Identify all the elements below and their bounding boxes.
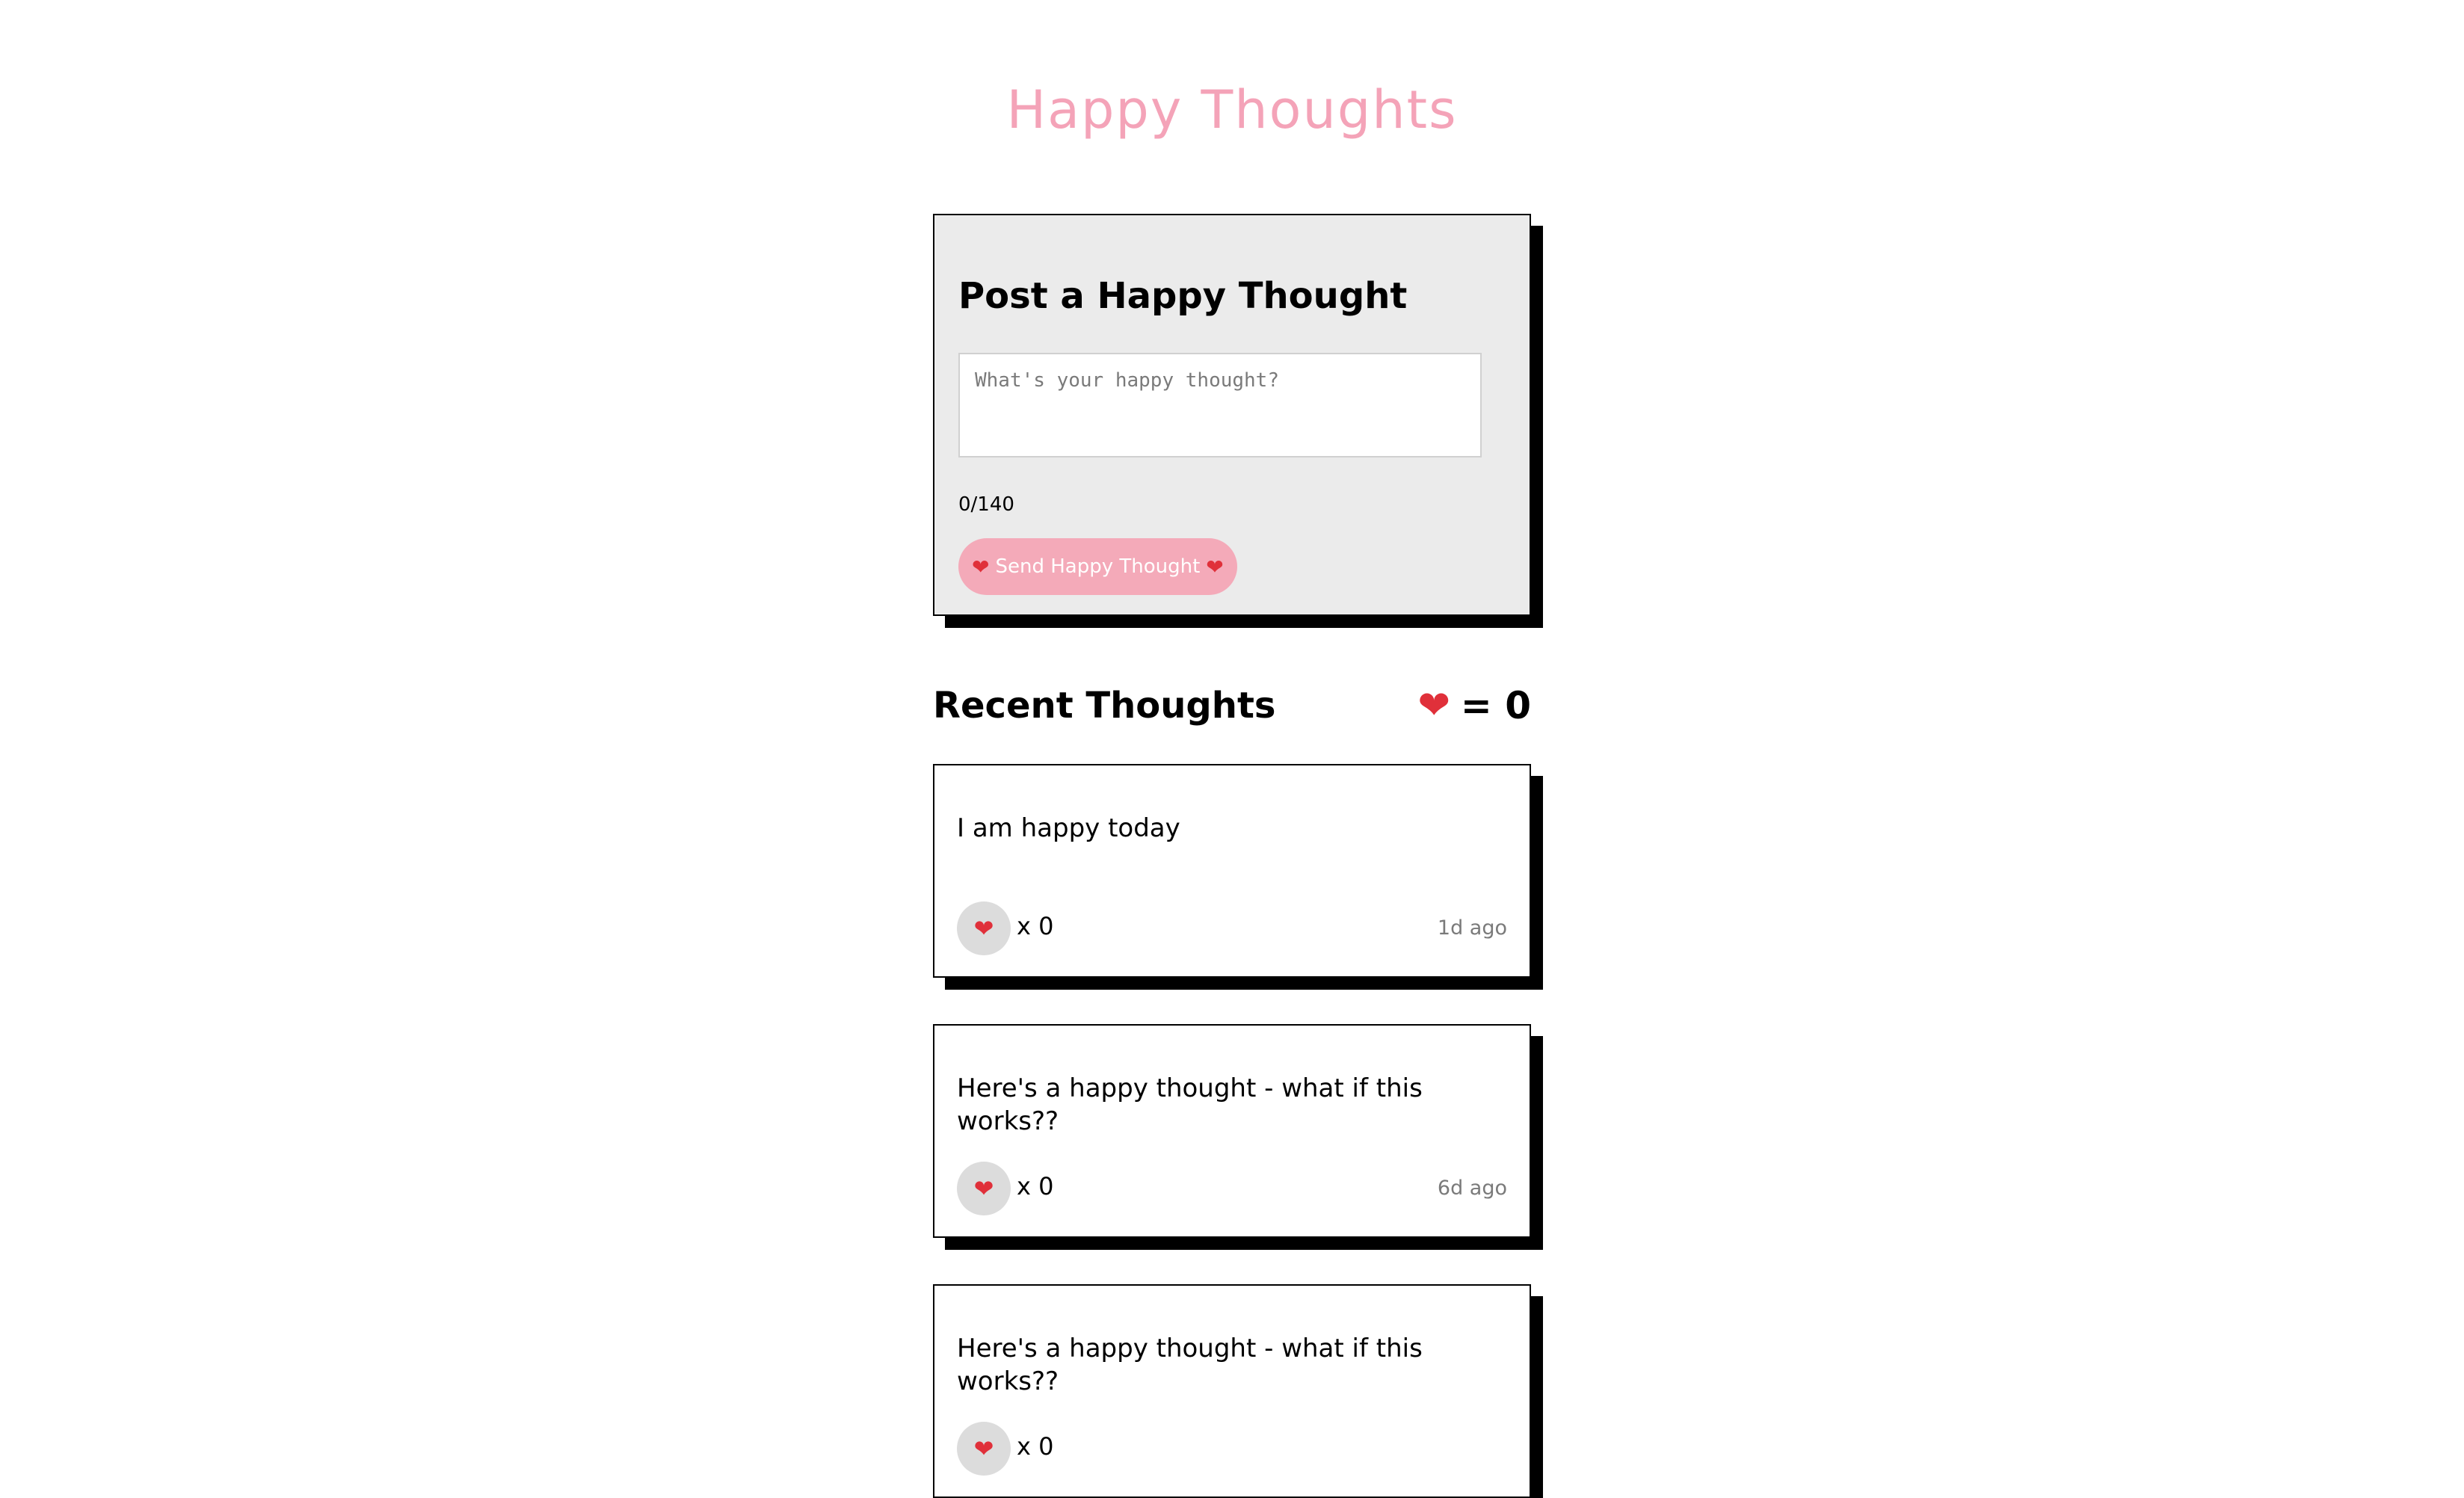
total-likes: ❤ = 0 <box>1417 683 1531 728</box>
thought-message: I am happy today <box>957 813 1180 843</box>
char-counter: 0/140 <box>958 493 1014 516</box>
post-thought-form: Post a Happy Thought 0/140 ❤ Send Happy … <box>933 214 1531 616</box>
heart-icon: ❤ <box>973 915 994 942</box>
send-thought-button[interactable]: ❤ Send Happy Thought ❤ <box>958 538 1237 595</box>
time-ago: 1d ago <box>1437 916 1507 940</box>
like-button[interactable]: ❤ <box>957 1162 1011 1215</box>
post-form-heading: Post a Happy Thought <box>958 275 1408 317</box>
recent-thoughts-title: Recent Thoughts <box>933 685 1276 727</box>
send-button-label: Send Happy Thought <box>995 555 1201 578</box>
thought-message: Here's a happy thought - what if this wo… <box>957 1073 1423 1137</box>
heart-icon: ❤ <box>1206 554 1224 579</box>
thought-card: Here's a happy thought - what if this wo… <box>933 1024 1531 1238</box>
total-likes-value: = 0 <box>1460 684 1531 727</box>
thought-footer: ❤ x 0 6d ago <box>957 1162 1507 1215</box>
like-count: x 0 <box>1017 1432 1054 1461</box>
time-ago: 6d ago <box>1437 1177 1507 1200</box>
like-count: x 0 <box>1017 1172 1054 1200</box>
recent-thoughts-header: Recent Thoughts ❤ = 0 <box>933 680 1531 733</box>
thought-input[interactable] <box>958 353 1482 457</box>
thought-message: Here's a happy thought - what if this wo… <box>957 1334 1423 1397</box>
app-title: Happy Thoughts <box>1006 79 1458 141</box>
heart-icon: ❤ <box>973 1435 994 1462</box>
heart-icon: ❤ <box>973 1175 994 1202</box>
heart-icon: ❤ <box>972 554 990 579</box>
heart-icon: ❤ <box>1417 683 1450 728</box>
like-count: x 0 <box>1017 912 1054 940</box>
thought-card: I am happy today ❤ x 0 1d ago <box>933 764 1531 978</box>
thought-card: Here's a happy thought - what if this wo… <box>933 1284 1531 1498</box>
like-button[interactable]: ❤ <box>957 901 1011 955</box>
thought-footer: ❤ x 0 <box>957 1422 1507 1476</box>
like-button[interactable]: ❤ <box>957 1422 1011 1476</box>
thought-footer: ❤ x 0 1d ago <box>957 901 1507 955</box>
